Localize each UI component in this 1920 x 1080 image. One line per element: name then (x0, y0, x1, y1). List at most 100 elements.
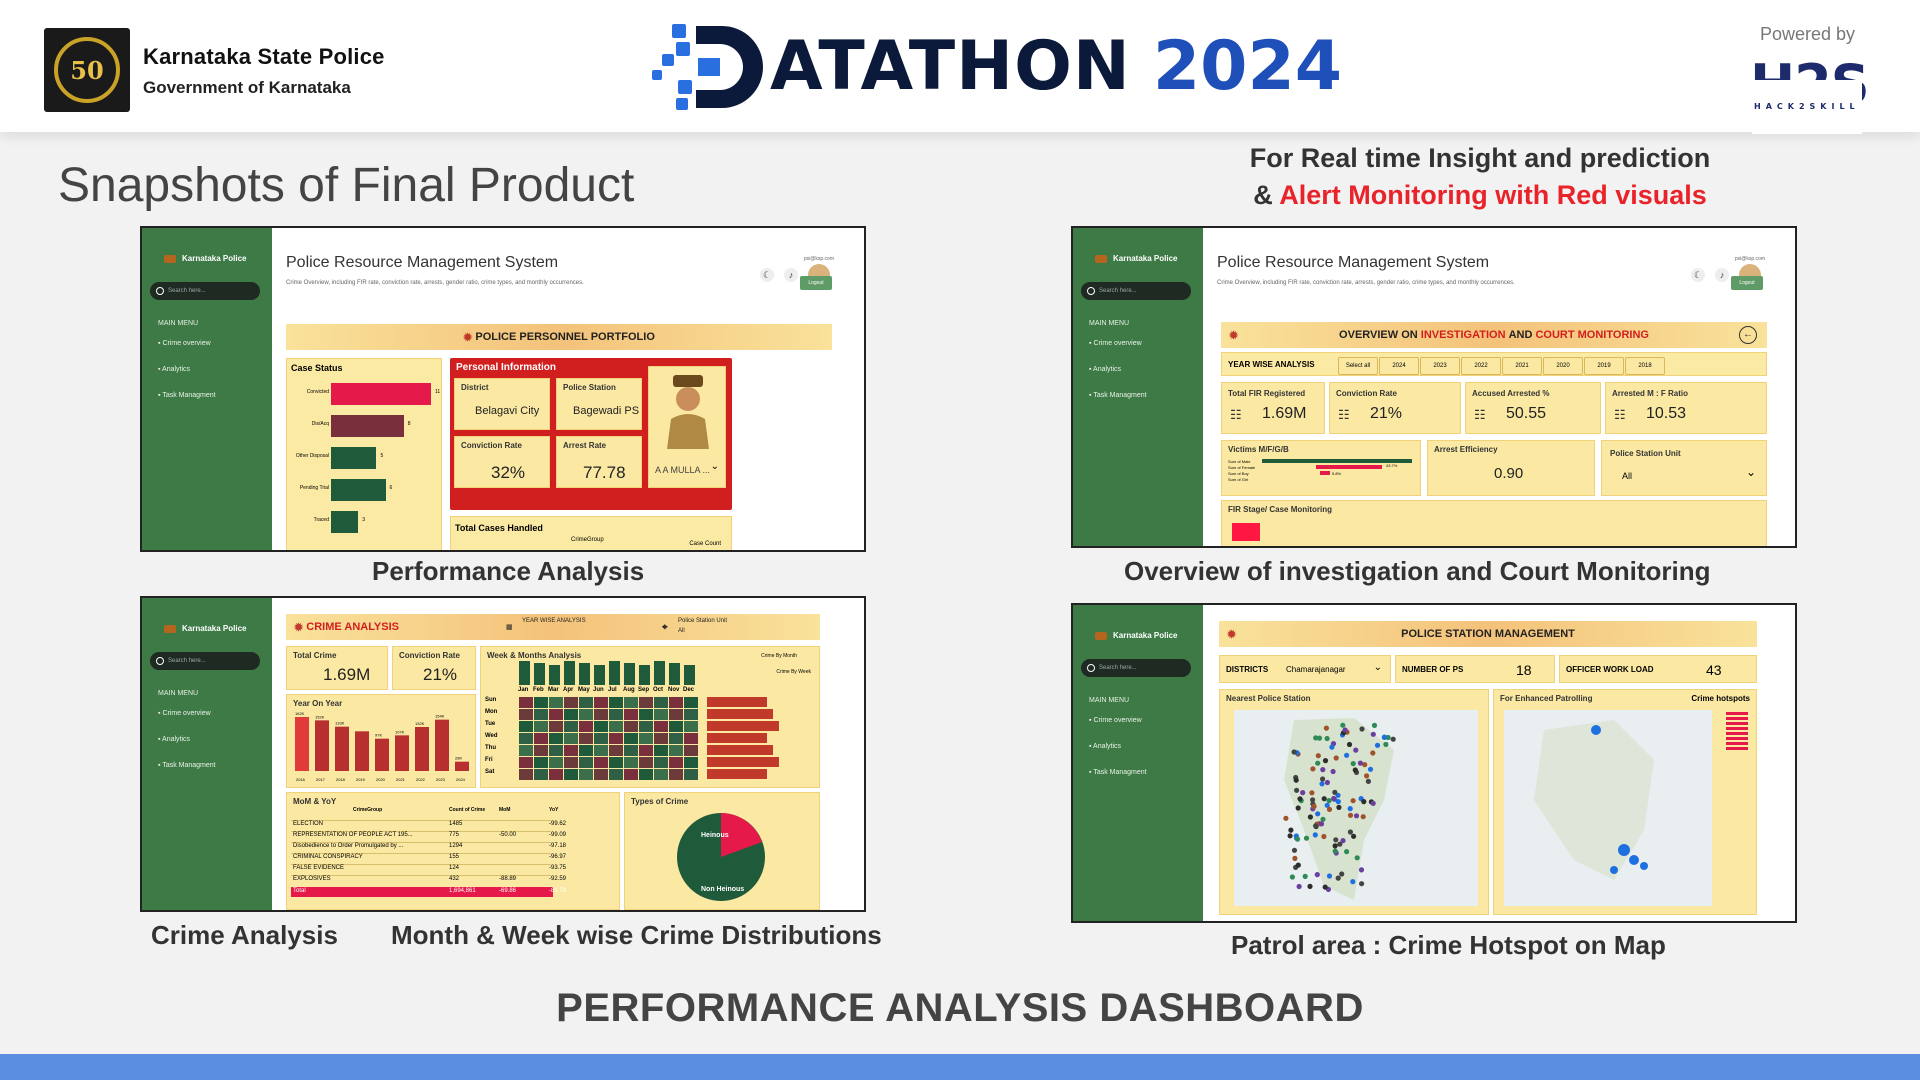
table-cell: -99.09 (549, 832, 567, 838)
station-dot (1319, 781, 1325, 787)
moon-icon[interactable]: ☾ (760, 268, 774, 282)
station-dot (1390, 736, 1396, 742)
sidebar-item-analytics[interactable]: Analytics (158, 366, 190, 373)
banner-part-b: INVESTIGATION (1420, 329, 1506, 341)
year-chip[interactable]: 2021 (1502, 357, 1542, 375)
yoy-value-label: 152K (315, 714, 325, 719)
heat-cell (639, 745, 653, 756)
search-input[interactable]: Search here... (1081, 282, 1191, 300)
week-bar (707, 745, 773, 755)
districts-dropdown[interactable]: DISTRICTS Chamarajanagar ⌄ (1219, 655, 1391, 683)
mom-yoy-panel: MoM & YoY CrimeGroup Count of Crime MoM YoY… (286, 792, 620, 910)
logout-button[interactable]: Logout (800, 276, 832, 290)
station-dot (1365, 778, 1371, 784)
station-dot (1332, 848, 1338, 854)
screenshot-police-station-management: Karnataka Police Search here... MAIN MEN… (1071, 603, 1797, 923)
ps-unit-value[interactable]: All (678, 628, 685, 634)
year-chip[interactable]: 2024 (1379, 357, 1419, 375)
fir-stage-panel: FIR Stage/ Case Monitoring (1221, 500, 1767, 546)
fir-stage-title: FIR Stage/ Case Monitoring (1228, 505, 1333, 514)
main-menu-label: MAIN MENU (1089, 320, 1130, 327)
search-input[interactable]: Search here... (1081, 659, 1191, 677)
bell-icon[interactable]: ♪ (1715, 268, 1729, 282)
total-crime-card: Total Crime 1.69M (286, 646, 388, 690)
officer-card: A A MULLA ... ⌄ (648, 366, 726, 488)
sidebar-item-crime-overview[interactable]: Crime overview (1089, 717, 1141, 724)
search-input[interactable]: Search here... (150, 282, 260, 300)
sidebar-item-analytics[interactable]: Analytics (158, 736, 190, 743)
station-dot (1294, 787, 1300, 793)
table-cell: -50.00 (499, 832, 517, 838)
case-bar (331, 511, 359, 533)
moon-icon[interactable]: ☾ (1691, 268, 1705, 282)
heat-cell (624, 709, 638, 720)
station-dot (1350, 761, 1356, 767)
heat-cell (579, 733, 593, 744)
heat-cell (669, 757, 683, 768)
chevron-down-icon[interactable]: ⌄ (711, 461, 719, 472)
victim-row-label: Sum of Male (1228, 459, 1251, 464)
month-bar (579, 663, 590, 685)
month-label: Nov (668, 687, 680, 693)
arrest-efficiency-card: Arrest Efficiency 0.90 (1427, 440, 1595, 496)
sidebar-item-crime-overview[interactable]: Crime overview (1089, 340, 1141, 347)
case-status-title: Case Status (291, 363, 343, 373)
case-bar-value: 6 (389, 485, 393, 491)
year-chip[interactable]: 2019 (1584, 357, 1624, 375)
nearest-station-map[interactable] (1234, 710, 1478, 906)
day-label: Fri (485, 757, 493, 763)
year-chip[interactable]: 2023 (1420, 357, 1460, 375)
sidebar-item-crime-overview[interactable]: Crime overview (158, 710, 210, 717)
mom-yoy-title: MoM & YoY (293, 797, 337, 806)
station-dot (1335, 799, 1341, 805)
conviction-rate-label: Conviction Rate (461, 441, 522, 450)
heat-cell (579, 709, 593, 720)
sidebar-brand: Karnataka Police (164, 254, 246, 263)
emblem-icon: ✹ (463, 331, 476, 344)
heat-cell (609, 721, 623, 732)
heat-cell (579, 757, 593, 768)
ps-unit-dropdown[interactable]: Police Station Unit All ⌄ (1601, 440, 1767, 496)
kpi-label: Arrested M : F Ratio (1612, 389, 1689, 398)
sidebar-brand: Karnataka Police (1095, 631, 1177, 640)
heat-cell (654, 757, 668, 768)
sidebar-item-task-management[interactable]: Task Managment (1089, 769, 1146, 776)
table-cell: CRIMINAL CONSPIRACY (293, 854, 363, 860)
patrolling-title: For Enhanced Patrolling (1500, 694, 1593, 703)
right-title-line2: & Alert Monitoring with Red visuals (1100, 180, 1860, 211)
table-header: YoY (549, 807, 559, 813)
nearest-station-map-panel: Nearest Police Station (1219, 689, 1489, 915)
districts-value: Chamarajanagar (1286, 665, 1346, 674)
year-chip[interactable]: 2022 (1461, 357, 1501, 375)
bell-icon[interactable]: ♪ (784, 268, 798, 282)
arrest-rate-value: 77.78 (583, 463, 626, 482)
week-bar (707, 709, 773, 719)
sidebar-item-task-management[interactable]: Task Managment (1089, 392, 1146, 399)
table-cell: 1485 (449, 821, 463, 827)
logout-button[interactable]: Logout (1731, 276, 1763, 290)
heat-cell (594, 769, 608, 780)
sidebar-item-crime-overview[interactable]: Crime overview (158, 340, 210, 347)
patrolling-map[interactable] (1504, 710, 1712, 906)
sidebar-item-task-management[interactable]: Task Managment (158, 762, 215, 769)
year-chip[interactable]: 2018 (1625, 357, 1665, 375)
sidebar-item-task-management[interactable]: Task Managment (158, 392, 215, 399)
back-arrow-icon[interactable]: ← (1739, 326, 1757, 344)
org-block: Karnataka State Police Government of Kar… (143, 44, 385, 98)
year-on-year-title: Year On Year (293, 699, 343, 708)
search-input[interactable]: Search here... (150, 652, 260, 670)
chevron-down-icon[interactable]: ⌄ (1374, 662, 1382, 673)
chevron-down-icon[interactable]: ⌄ (1746, 465, 1756, 479)
sidebar-item-analytics[interactable]: Analytics (1089, 366, 1121, 373)
main-content: Police Resource Management System Crime … (1203, 228, 1795, 546)
station-dot (1330, 768, 1336, 775)
year-chip[interactable]: Select all (1338, 357, 1378, 375)
arrest-efficiency-label: Arrest Efficiency (1434, 445, 1498, 454)
sidebar: Karnataka Police Search here... MAIN MEN… (1073, 605, 1203, 921)
year-chip[interactable]: 2020 (1543, 357, 1583, 375)
sidebar-item-analytics[interactable]: Analytics (1089, 743, 1121, 750)
table-total-row: Total 1,694,861 -69.86 -81.73 (291, 887, 566, 897)
month-bar (669, 663, 680, 685)
heat-cell (519, 757, 533, 768)
district-value: Belagavi City (475, 405, 540, 417)
